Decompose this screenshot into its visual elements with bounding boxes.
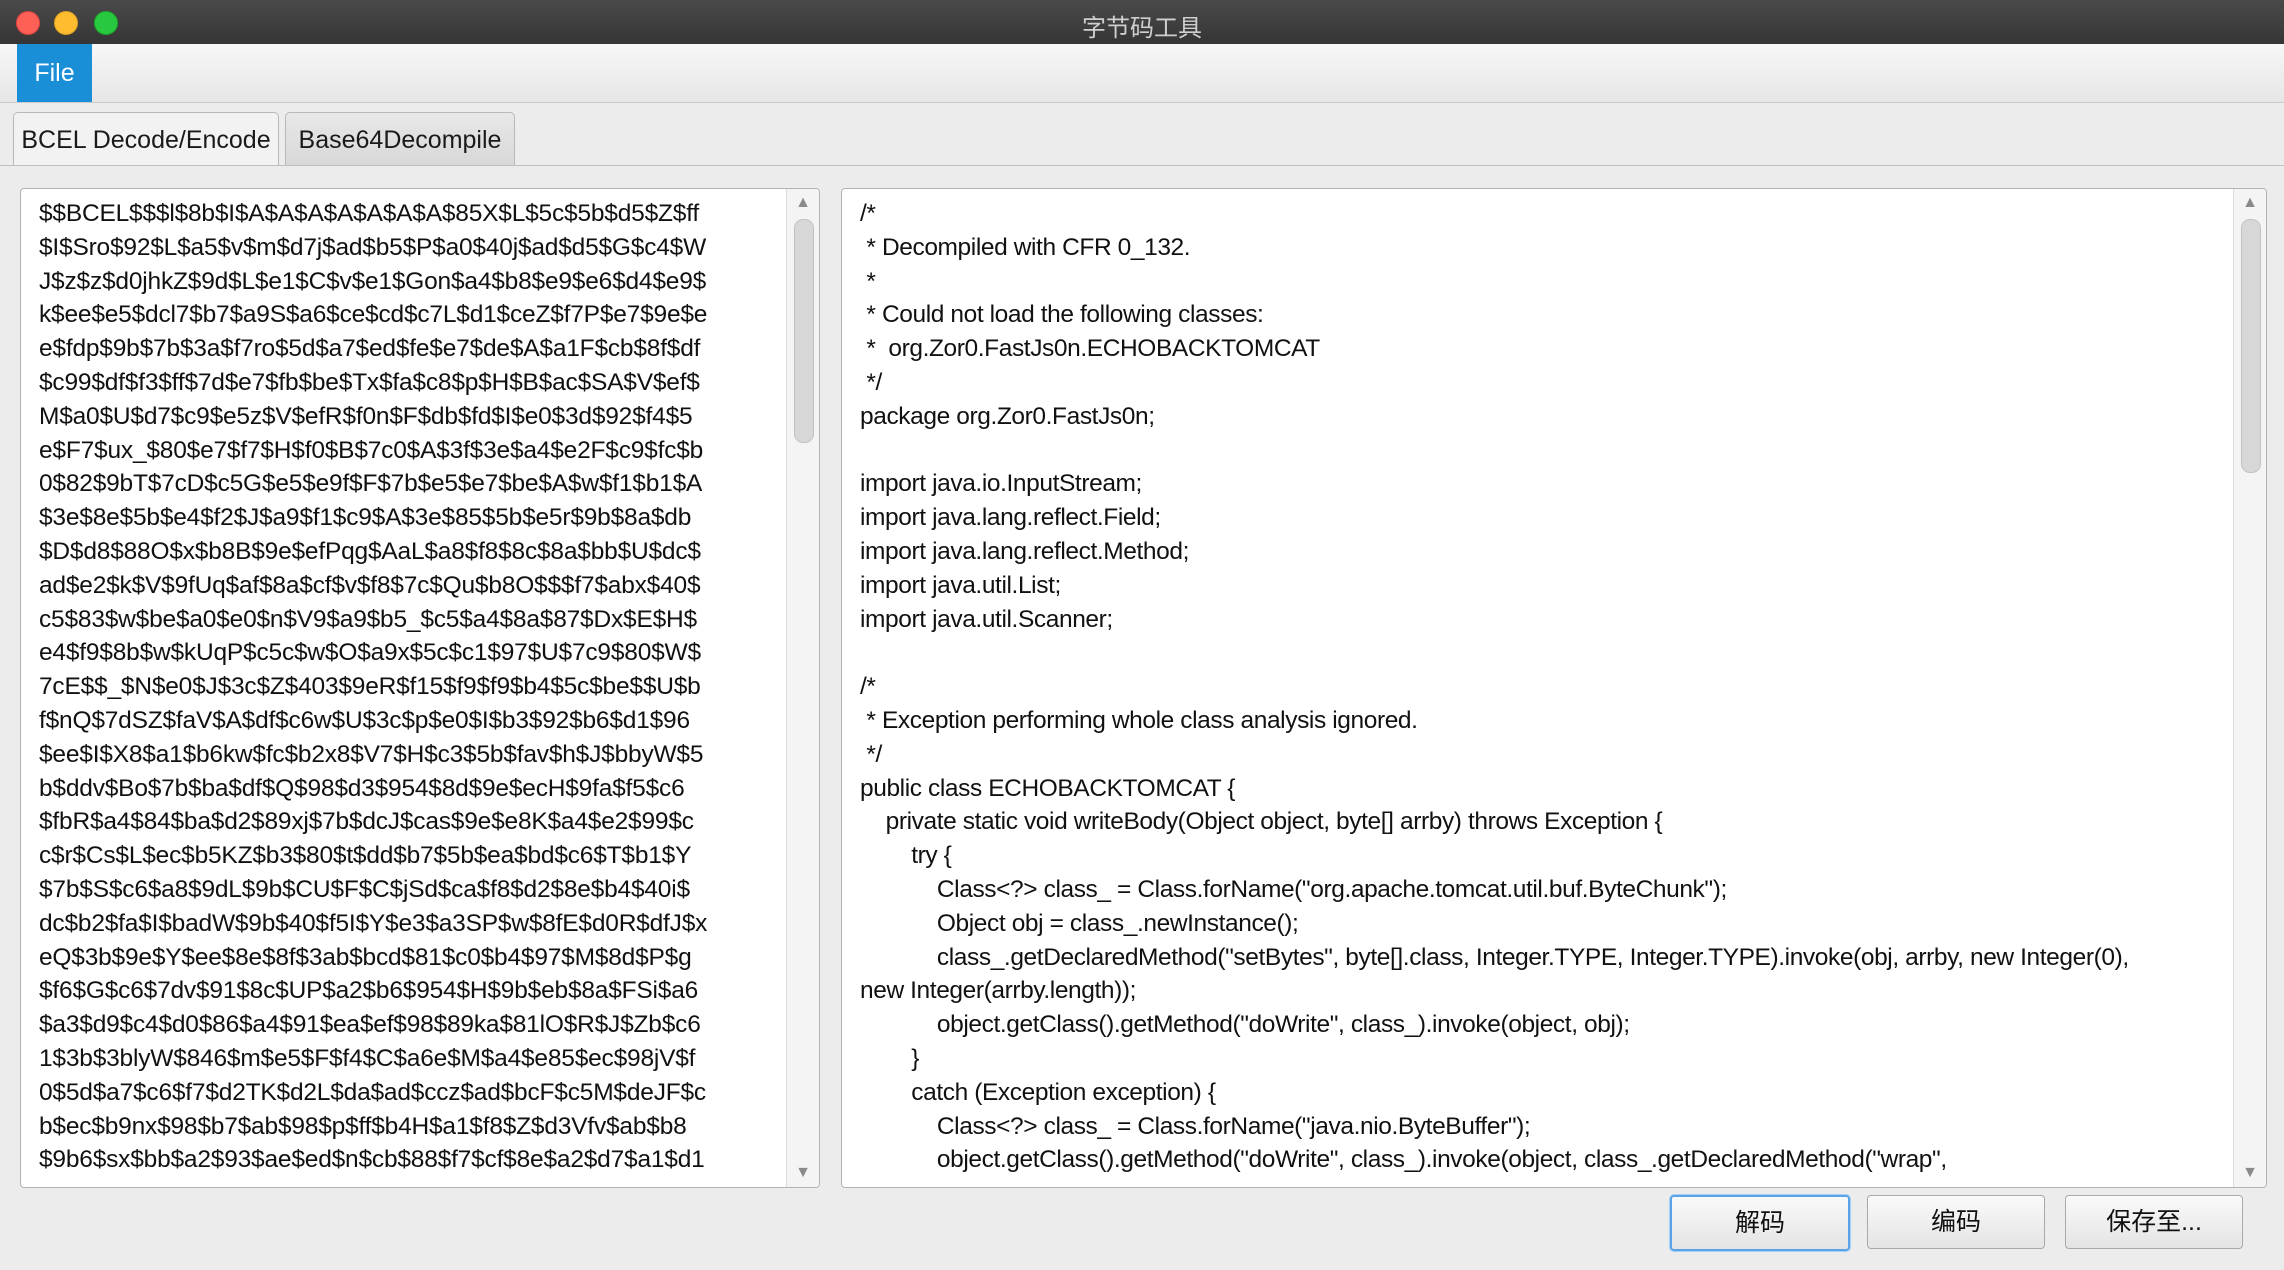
code-line: /*	[860, 200, 876, 227]
bcel-text-line: e$F7$ux_$80$e7$f7$H$f0$B$7c0$A$3f$3e$a4$…	[39, 436, 704, 464]
code-line: import java.util.List;	[860, 571, 1061, 599]
bcel-text-line: $a3$d9$c4$d0$86$a4$91$ea$ef$98$89ka$81lO…	[39, 1011, 701, 1039]
code-line: Object obj = class_.newInstance();	[860, 909, 1299, 937]
bcel-text-line: c$r$Cs$L$ec$b5KZ$b3$80$t$dd$b7$5b$ea$bd$…	[39, 842, 692, 870]
bcel-text-line: $f6$G$c6$7dv$91$8c$UP$a2$b6$954$H$9b$eb$…	[39, 977, 699, 1005]
scroll-up-arrow-icon[interactable]: ▲	[787, 189, 819, 217]
code-line: package org.Zor0.FastJs0n;	[860, 402, 1155, 430]
bcel-input-text: $$BCEL$$$l$8b$I$A$A$A$A$A$A$A$85X$L$5c$5…	[39, 197, 707, 1177]
bcel-text-line: $3e$8e$5b$e4$f2$J$a9$f1$c9$A$3e$85$5b$e5…	[39, 504, 692, 532]
code-line: object.getClass().getMethod("doWrite", c…	[860, 1146, 1947, 1174]
code-line: * org.Zor0.FastJs0n.ECHOBACKTOMCAT	[860, 335, 1320, 363]
code-line: *	[860, 267, 876, 295]
bcel-text-line: c5$83$w$be$a0$e0$n$V9$a9$b5_$c5$a4$8a$87…	[39, 605, 697, 633]
tab-divider	[0, 165, 2284, 166]
decompiled-output-text: /* * Decompiled with CFR 0_132. * * Coul…	[860, 197, 2129, 1177]
bcel-text-line: $I$Sro$92$L$a5$v$m$d7j$ad$b5$P$a0$40j$ad…	[39, 233, 707, 261]
bcel-text-line: 1$3b$3blyW$846$m$e5$F$f4$C$a6e$M$a4$e85$…	[39, 1044, 696, 1072]
bcel-text-line: k$ee$e5$dcl7$b7$a9S$a6$ce$cd$c7L$d1$ceZ$…	[39, 301, 708, 329]
code-line: new Integer(arrby.length));	[860, 977, 1137, 1005]
bcel-text-line: $c99$df$f3$ff$7d$e7$fb$be$Tx$fa$c8$p$H$B…	[39, 368, 700, 396]
code-line: */	[860, 368, 882, 396]
decode-button[interactable]: 解码	[1670, 1195, 1850, 1251]
code-line: /*	[860, 673, 876, 701]
right-scrollbar[interactable]: ▲ ▼	[2233, 189, 2266, 1187]
scroll-down-arrow-icon[interactable]: ▼	[2234, 1159, 2266, 1187]
decompiled-output-textarea[interactable]: /* * Decompiled with CFR 0_132. * * Coul…	[841, 188, 2267, 1188]
bcel-text-line: f$nQ$7dSZ$faV$A$df$c6w$U$3c$p$e0$I$b3$92…	[39, 706, 690, 734]
code-line: }	[860, 1044, 920, 1072]
scroll-down-arrow-icon[interactable]: ▼	[787, 1159, 819, 1187]
bcel-text-line: e4$f9$8b$w$kUqP$c5c$w$O$a9x$5c$c1$97$U$7…	[39, 639, 701, 667]
encode-button[interactable]: 编码	[1867, 1195, 2045, 1249]
code-line: import java.lang.reflect.Method;	[860, 537, 1190, 565]
code-line: */	[860, 740, 882, 768]
right-scroll-thumb[interactable]	[2241, 219, 2261, 473]
bcel-text-line: b$ec$b9nx$98$b7$ab$98$p$ff$b4H$a1$f8$Z$d…	[39, 1112, 687, 1140]
save-to-button[interactable]: 保存至...	[2065, 1195, 2243, 1249]
bcel-text-line: ad$e2$k$V$9fUq$af$8a$cf$v$f8$7c$Qu$b8O$$…	[39, 571, 701, 599]
bcel-text-line: eQ$3b$9e$Y$ee$8e$8f$3ab$bcd$81$c0$b4$97$…	[39, 943, 692, 971]
bcel-text-line: M$a0$U$d7$c9$e5z$V$efR$f0n$F$db$fd$I$e0$…	[39, 402, 693, 430]
code-line: catch (Exception exception) {	[860, 1078, 1216, 1106]
bcel-text-line: $fbR$a4$84$ba$d2$89xj$7b$dcJ$cas$9e$e8K$…	[39, 808, 694, 836]
window-title: 字节码工具	[1082, 15, 1202, 42]
code-line: Class<?> class_ = Class.forName("java.ni…	[860, 1112, 1531, 1140]
bcel-text-line: e$fdp$9b$7b$3a$f7ro$5d$a7$ed$fe$e7$de$A$…	[39, 335, 701, 363]
left-scrollbar[interactable]: ▲ ▼	[786, 189, 819, 1187]
code-line: class_.getDeclaredMethod("setBytes", byt…	[860, 943, 2129, 971]
title-bar: 字节码工具	[0, 0, 2284, 44]
code-line: try {	[860, 842, 952, 870]
bcel-text-line: 0$5d$a7$c6$f7$d2TK$d2L$da$ad$ccz$ad$bcF$…	[39, 1078, 706, 1106]
code-line: public class ECHOBACKTOMCAT {	[860, 774, 1236, 802]
bcel-text-line: $9b6$sx$bb$a2$93$ae$ed$n$cb$88$f7$cf$8e$…	[39, 1146, 705, 1174]
code-line: private static void writeBody(Object obj…	[860, 808, 1663, 836]
bcel-text-line: $$BCEL$$$l$8b$I$A$A$A$A$A$A$A$85X$L$5c$5…	[39, 200, 699, 227]
code-line: import java.util.Scanner;	[860, 605, 1113, 633]
scroll-up-arrow-icon[interactable]: ▲	[2234, 189, 2266, 217]
bcel-text-line: 7cE$$_$N$e0$J$3c$Z$403$9eR$f15$f9$f9$b4$…	[39, 673, 701, 701]
bcel-text-line: $ee$I$X8$a1$b6kw$fc$b2x8$V7$H$c3$5b$fav$…	[39, 740, 704, 768]
tab-bcel-decode-encode[interactable]: BCEL Decode/Encode	[13, 112, 279, 165]
bcel-text-line: J$z$z$d0jhkZ$9d$L$e1$C$v$e1$Gon$a4$b8$e9…	[39, 267, 707, 295]
code-line: * Exception performing whole class analy…	[860, 706, 1418, 734]
bcel-text-line: $D$d8$88O$x$b8B$9e$efPqg$AaL$a8$f8$8c$8a…	[39, 537, 701, 565]
bcel-text-line: $7b$S$c6$a8$9dL$9b$CU$F$C$jSd$ca$f8$d2$8…	[39, 875, 690, 903]
file-menu[interactable]: File	[17, 44, 92, 102]
code-line: * Decompiled with CFR 0_132.	[860, 233, 1191, 261]
code-line: import java.io.InputStream;	[860, 470, 1142, 498]
app-window: 字节码工具 File BCEL Decode/Encode Base64Deco…	[0, 0, 2284, 1270]
bcel-text-line: dc$b2$fa$I$badW$9b$40$f5I$Y$e3$a3SP$w$8f…	[39, 909, 708, 937]
code-line: object.getClass().getMethod("doWrite", c…	[860, 1011, 1630, 1039]
bcel-text-line: 0$82$9bT$7cD$c5G$e5$e9f$F$7b$e5$e7$be$A$…	[39, 470, 703, 498]
bcel-input-textarea[interactable]: $$BCEL$$$l$8b$I$A$A$A$A$A$A$A$85X$L$5c$5…	[20, 188, 820, 1188]
code-line: * Could not load the following classes:	[860, 301, 1264, 329]
tab-base64-decompile[interactable]: Base64Decompile	[285, 112, 515, 165]
menu-bar: File	[0, 44, 2284, 103]
code-line: Class<?> class_ = Class.forName("org.apa…	[860, 875, 1727, 903]
bcel-text-line: b$ddv$Bo$7b$ba$df$Q$98$d3$954$8d$9e$ecH$…	[39, 774, 685, 802]
left-scroll-thumb[interactable]	[794, 219, 814, 443]
code-line: import java.lang.reflect.Field;	[860, 504, 1161, 532]
